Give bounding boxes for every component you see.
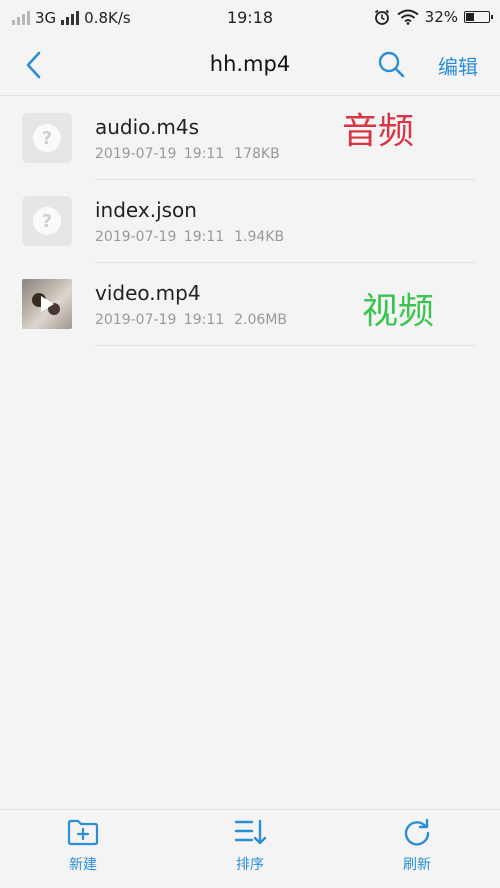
question-mark-icon: ? (33, 124, 61, 152)
file-size: 178KB (234, 146, 280, 162)
divider (95, 345, 476, 346)
new-button[interactable]: 新建 (48, 818, 118, 874)
status-right: 32% (373, 8, 493, 26)
sort-icon (234, 819, 266, 845)
status-bar: 3G 0.8K/s 19:18 32% (0, 0, 500, 34)
bottom-toolbar: 新建 排序 刷新 (0, 809, 500, 888)
file-date: 2019-07-19 19:11 (95, 312, 225, 328)
annotation-video: 视频 (362, 291, 435, 332)
nav-bar: hh.mp4 编辑 (0, 34, 500, 96)
file-date: 2019-07-19 19:11 (95, 229, 225, 245)
file-name: index.json (95, 198, 197, 222)
unknown-file-icon: ? (22, 113, 72, 163)
file-name: video.mp4 (95, 281, 201, 305)
video-thumbnail (22, 279, 72, 329)
refresh-label: 刷新 (403, 857, 431, 873)
sort-button[interactable]: 排序 (215, 818, 285, 874)
alarm-icon (374, 9, 389, 25)
sort-label: 排序 (236, 857, 264, 873)
search-button[interactable] (376, 49, 408, 81)
file-name: audio.m4s (95, 115, 200, 139)
question-mark-icon: ? (33, 207, 61, 235)
refresh-icon (404, 818, 430, 846)
refresh-button[interactable]: 刷新 (382, 818, 452, 874)
battery-percent: 32% (424, 8, 458, 26)
file-meta: 2019-07-19 19:11 2.06MB (95, 312, 287, 328)
battery-icon (464, 11, 493, 23)
edit-button[interactable]: 编辑 (438, 51, 478, 80)
page-title: hh.mp4 (209, 52, 291, 76)
file-meta: 2019-07-19 19:11 178KB (95, 146, 280, 162)
file-item-audio[interactable]: ? audio.m4s 2019-07-19 19:11 178KB (0, 97, 500, 180)
file-date: 2019-07-19 19:11 (95, 146, 225, 162)
play-icon (41, 296, 54, 312)
file-size: 2.06MB (234, 312, 288, 328)
file-size: 1.94KB (234, 229, 285, 245)
file-item-index[interactable]: ? index.json 2019-07-19 19:11 1.94KB (0, 180, 500, 263)
wifi-icon (397, 9, 419, 25)
search-icon (378, 51, 405, 78)
new-folder-icon (67, 819, 99, 846)
file-meta: 2019-07-19 19:11 1.94KB (95, 229, 284, 245)
annotation-audio: 音频 (342, 111, 415, 152)
new-label: 新建 (69, 857, 97, 873)
unknown-file-icon: ? (22, 196, 72, 246)
